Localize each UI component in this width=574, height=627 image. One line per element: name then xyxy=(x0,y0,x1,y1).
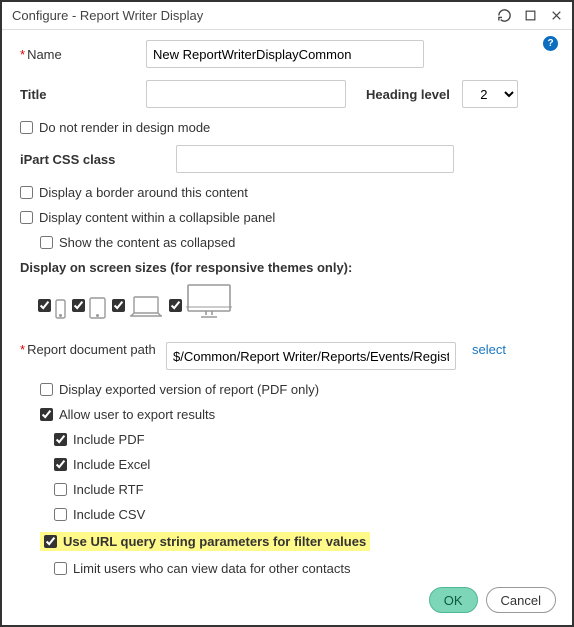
titlebar: Configure - Report Writer Display xyxy=(2,2,572,30)
window-title: Configure - Report Writer Display xyxy=(12,8,496,23)
limit-users-checkbox[interactable] xyxy=(54,562,67,575)
include-rtf-checkbox[interactable] xyxy=(54,483,67,496)
no-render-label: Do not render in design mode xyxy=(39,120,210,135)
help-icon[interactable]: ? xyxy=(543,36,558,51)
include-excel-label: Include Excel xyxy=(73,457,150,472)
heading-level-label: Heading level xyxy=(366,87,450,102)
content-area: ? Name Title Heading level 2 Do not rend… xyxy=(2,30,572,579)
report-path-label: Report document path xyxy=(20,342,160,357)
export-pdf-only-checkbox[interactable] xyxy=(40,383,53,396)
show-collapsed-label: Show the content as collapsed xyxy=(59,235,235,250)
title-label: Title xyxy=(20,87,140,102)
close-icon[interactable] xyxy=(548,8,564,24)
phone-icon xyxy=(55,299,66,322)
maximize-icon[interactable] xyxy=(522,8,538,24)
device-phone-checkbox[interactable] xyxy=(38,299,51,312)
include-pdf-label: Include PDF xyxy=(73,432,145,447)
include-excel-checkbox[interactable] xyxy=(54,458,67,471)
limit-users-label: Limit users who can view data for other … xyxy=(73,561,350,576)
allow-export-label: Allow user to export results xyxy=(59,407,215,422)
include-csv-label: Include CSV xyxy=(73,507,145,522)
report-path-input[interactable] xyxy=(166,342,456,370)
name-input[interactable] xyxy=(146,40,424,68)
cancel-button[interactable]: Cancel xyxy=(486,587,556,613)
include-rtf-label: Include RTF xyxy=(73,482,144,497)
device-desktop-checkbox[interactable] xyxy=(169,299,182,312)
responsive-label: Display on screen sizes (for responsive … xyxy=(20,260,554,275)
include-csv-checkbox[interactable] xyxy=(54,508,67,521)
show-collapsed-checkbox[interactable] xyxy=(40,236,53,249)
no-render-checkbox[interactable] xyxy=(20,121,33,134)
use-url-params-label: Use URL query string parameters for filt… xyxy=(63,534,366,549)
footer: OK Cancel xyxy=(2,579,572,625)
allow-export-checkbox[interactable] xyxy=(40,408,53,421)
title-input[interactable] xyxy=(146,80,346,108)
collapsible-checkbox[interactable] xyxy=(20,211,33,224)
border-checkbox[interactable] xyxy=(20,186,33,199)
use-url-params-checkbox[interactable] xyxy=(44,535,57,548)
css-label: iPart CSS class xyxy=(20,152,170,167)
tablet-icon xyxy=(89,297,106,322)
ok-button[interactable]: OK xyxy=(429,587,478,613)
device-tablet-checkbox[interactable] xyxy=(72,299,85,312)
border-label: Display a border around this content xyxy=(39,185,248,200)
select-link[interactable]: select xyxy=(472,342,506,357)
refresh-icon[interactable] xyxy=(496,8,512,24)
export-pdf-only-label: Display exported version of report (PDF … xyxy=(59,382,319,397)
laptop-icon xyxy=(129,295,163,322)
css-input[interactable] xyxy=(176,145,454,173)
device-laptop-checkbox[interactable] xyxy=(112,299,125,312)
collapsible-label: Display content within a collapsible pan… xyxy=(39,210,275,225)
include-pdf-checkbox[interactable] xyxy=(54,433,67,446)
device-size-group xyxy=(38,283,554,322)
desktop-icon xyxy=(186,283,232,322)
heading-level-select[interactable]: 2 xyxy=(462,80,518,108)
name-label: Name xyxy=(20,47,140,62)
